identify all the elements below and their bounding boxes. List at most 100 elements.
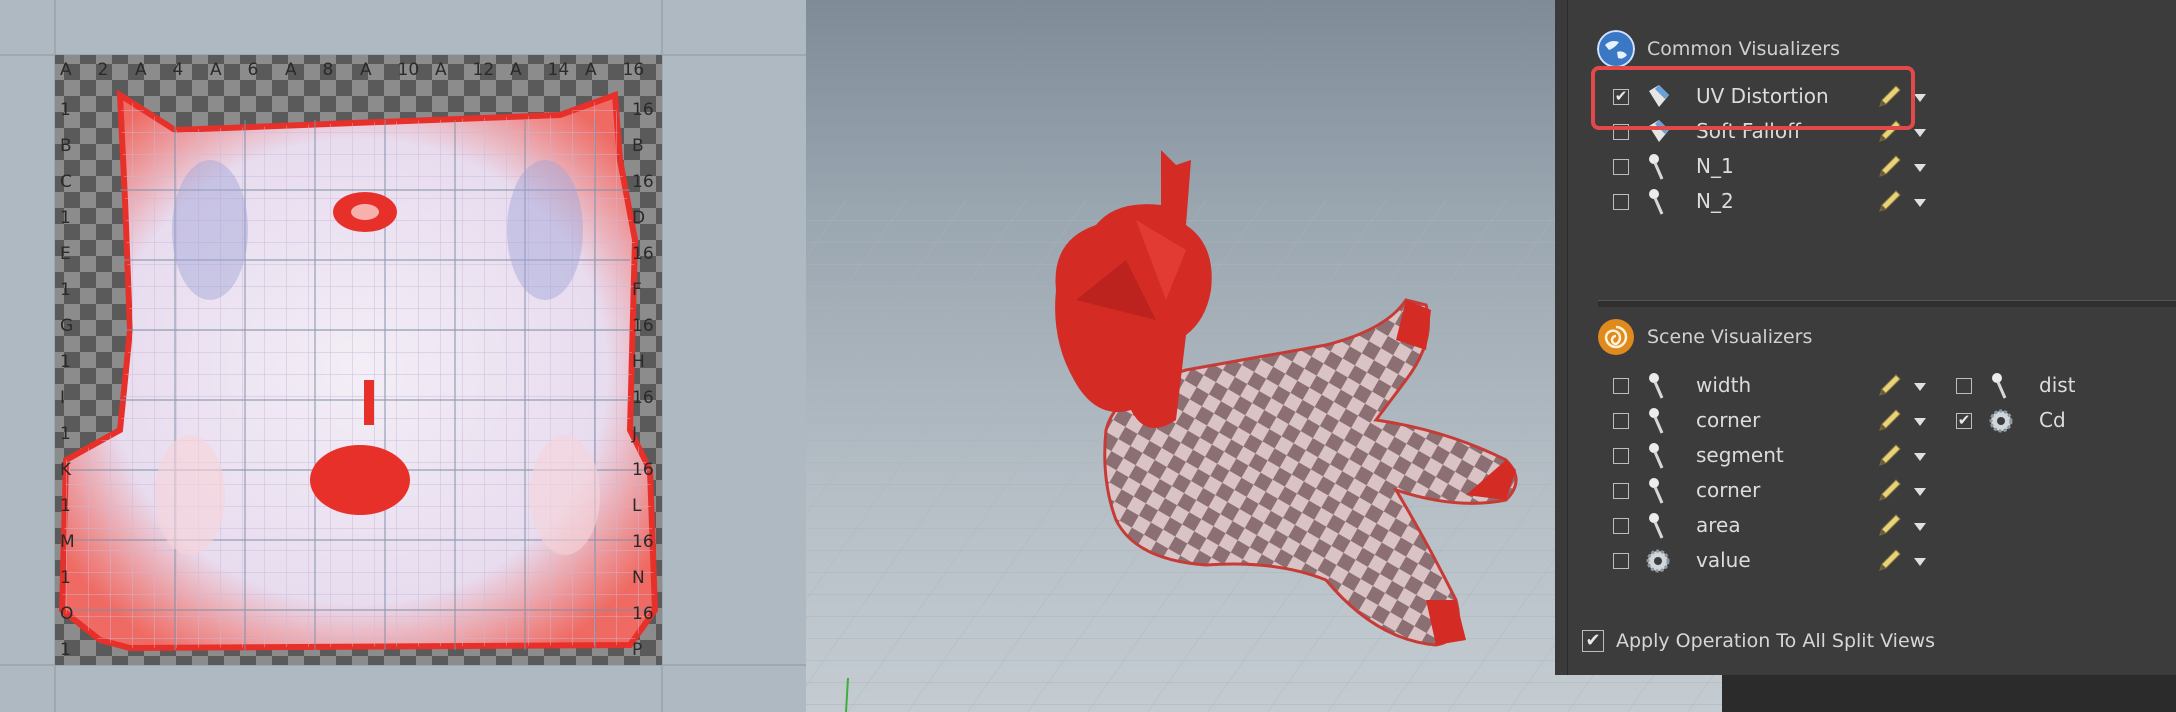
uv-grid-top-label: 6 xyxy=(248,60,259,80)
uv-view-canvas: A 2 A 4 A 6 A 8 A 10 A 12 A 14 A 161BC1E1G1I1K1M1O116B1… xyxy=(0,0,806,712)
visualizer-label: segment xyxy=(1696,443,1784,467)
uv-grid-right-label: 16 xyxy=(632,316,654,336)
options-dropdown-icon[interactable] xyxy=(1914,164,1926,172)
uv-grid-top-label: 12 xyxy=(473,60,495,80)
edit-pencil-icon[interactable] xyxy=(1874,187,1904,217)
uv-grid-left-label: 1 xyxy=(60,100,71,120)
visualizer-checkbox[interactable] xyxy=(1613,194,1629,210)
apply-all-checkbox[interactable]: ✔ xyxy=(1582,630,1604,652)
edit-pencil-icon[interactable] xyxy=(1874,441,1904,471)
visualizer-label: Cd xyxy=(2039,408,2066,432)
uv-grid-right-label: B xyxy=(632,136,644,156)
uv-grid-top-label: A xyxy=(135,60,147,80)
uv-grid-right-label: D xyxy=(632,208,645,228)
marker-pin-icon xyxy=(1988,370,2014,402)
visualizer-checkbox[interactable] xyxy=(1613,553,1629,569)
visualizer-row[interactable]: N_1 xyxy=(1568,151,2168,183)
uv-grid-right-label: 16 xyxy=(632,100,654,120)
visualizer-row[interactable]: N_2 xyxy=(1568,186,2168,218)
visualizer-row[interactable]: value xyxy=(1568,545,2168,577)
visualizer-checkbox[interactable]: ✔ xyxy=(1956,413,1972,429)
apply-all-split-views[interactable]: ✔ Apply Operation To All Split Views xyxy=(1582,630,1935,652)
visualizer-checkbox[interactable] xyxy=(1613,518,1629,534)
options-dropdown-icon[interactable] xyxy=(1914,453,1926,461)
marker-pin-icon xyxy=(1645,186,1671,218)
uv-grid-right-label: N xyxy=(632,568,645,588)
common-visualizers-title: Common Visualizers xyxy=(1647,38,1840,60)
uv-grid-top-label: A xyxy=(360,60,372,80)
visualizer-row[interactable]: dist xyxy=(1568,370,2168,402)
globe-icon xyxy=(1597,30,1635,68)
uv-grid-top-label: A xyxy=(510,60,522,80)
uv-grid-top-label: 8 xyxy=(323,60,334,80)
uv-grid-left-label: B xyxy=(60,136,72,156)
uv-grid-left-label: 1 xyxy=(60,280,71,300)
options-dropdown-icon[interactable] xyxy=(1914,199,1926,207)
swirl-icon xyxy=(1598,319,1634,355)
edit-pencil-icon[interactable] xyxy=(1874,476,1904,506)
gear-icon xyxy=(1645,545,1671,577)
options-dropdown-icon[interactable] xyxy=(1914,94,1926,102)
section-divider xyxy=(1598,300,2176,307)
uv-grid-left-label: C xyxy=(60,172,72,192)
uv-grid-top-label: A xyxy=(210,60,222,80)
uv-grid-right-label: 16 xyxy=(632,388,654,408)
options-dropdown-icon[interactable] xyxy=(1914,523,1926,531)
uv-grid-top-label: A xyxy=(60,60,72,80)
options-dropdown-icon[interactable] xyxy=(1914,488,1926,496)
uv-viewport[interactable]: A 2 A 4 A 6 A 8 A 10 A 12 A 14 A 16 1 B C 1 E 1 G 1 I 1 K 1 M 1 O 1 16 B 1… xyxy=(0,0,806,712)
uv-grid-right-label: P xyxy=(632,640,642,660)
uv-grid-right-label: F xyxy=(632,280,642,300)
edit-pencil-icon[interactable] xyxy=(1874,546,1904,576)
options-dropdown-icon[interactable] xyxy=(1914,129,1926,137)
uv-grid-top-label: A xyxy=(585,60,597,80)
marker-pin-icon xyxy=(1645,440,1671,472)
uv-grid-top-label: 10 xyxy=(398,60,420,80)
common-visualizers-header: Common Visualizers xyxy=(1597,30,1840,68)
marker-pin-icon xyxy=(1645,475,1671,507)
marker-pin-icon xyxy=(1645,151,1671,183)
visualizer-label: corner xyxy=(1696,478,1761,502)
uv-grid-right-label: J xyxy=(631,424,637,444)
visualizer-row[interactable]: corner xyxy=(1568,475,2168,507)
visualizer-checkbox[interactable] xyxy=(1613,483,1629,499)
visualizer-label: N_1 xyxy=(1696,154,1734,178)
uv-grid-right-label: 16 xyxy=(632,172,654,192)
apply-all-label: Apply Operation To All Split Views xyxy=(1616,630,1936,652)
uv-grid-left-label: 1 xyxy=(60,424,71,444)
visualizer-checkbox[interactable] xyxy=(1613,448,1629,464)
scene-visualizers-header: Scene Visualizers xyxy=(1597,318,1812,356)
uv-grid-left-label: 1 xyxy=(60,568,71,588)
uv-grid-left-label: G xyxy=(60,316,73,336)
visualizer-row[interactable]: segment xyxy=(1568,440,2168,472)
uv-distortion-highlight xyxy=(1591,66,1915,130)
uv-grid-left-label: 1 xyxy=(60,352,71,372)
uv-grid-left-label: O xyxy=(60,604,73,624)
uv-grid-top-label: 4 xyxy=(173,60,184,80)
visualizer-row[interactable]: ✔ Cd xyxy=(1568,405,2168,437)
uv-grid-left-label: 1 xyxy=(60,496,71,516)
visualizer-label: value xyxy=(1696,548,1751,572)
visualizer-row[interactable]: area xyxy=(1568,510,2168,542)
visualizer-label: N_2 xyxy=(1696,189,1734,213)
edit-pencil-icon[interactable] xyxy=(1874,511,1904,541)
gear-icon xyxy=(1988,405,2014,437)
uv-grid-right-label: L xyxy=(632,496,642,516)
uv-grid-left-label: 1 xyxy=(60,208,71,228)
edit-pencil-icon[interactable] xyxy=(1874,152,1904,182)
uv-grid-left-label: E xyxy=(60,244,71,264)
options-dropdown-icon[interactable] xyxy=(1914,558,1926,566)
uv-grid-top-label: 14 xyxy=(548,60,570,80)
scene-visualizers-title: Scene Visualizers xyxy=(1647,326,1813,348)
visualizer-label: area xyxy=(1696,513,1741,537)
uv-grid-top-label: A xyxy=(285,60,297,80)
visualizer-checkbox[interactable] xyxy=(1956,378,1972,394)
visualizer-checkbox[interactable] xyxy=(1613,159,1629,175)
uv-grid-left-label: K xyxy=(60,460,72,480)
uv-grid-top-label: 2 xyxy=(98,60,109,80)
uv-grid-left-label: I xyxy=(60,388,65,408)
uv-grid-top-label: A xyxy=(435,60,447,80)
uv-grid-right-label: 16 xyxy=(632,532,654,552)
uv-grid-right-label: 16 xyxy=(632,244,654,264)
uv-grid-right-label: 16 xyxy=(632,604,654,624)
